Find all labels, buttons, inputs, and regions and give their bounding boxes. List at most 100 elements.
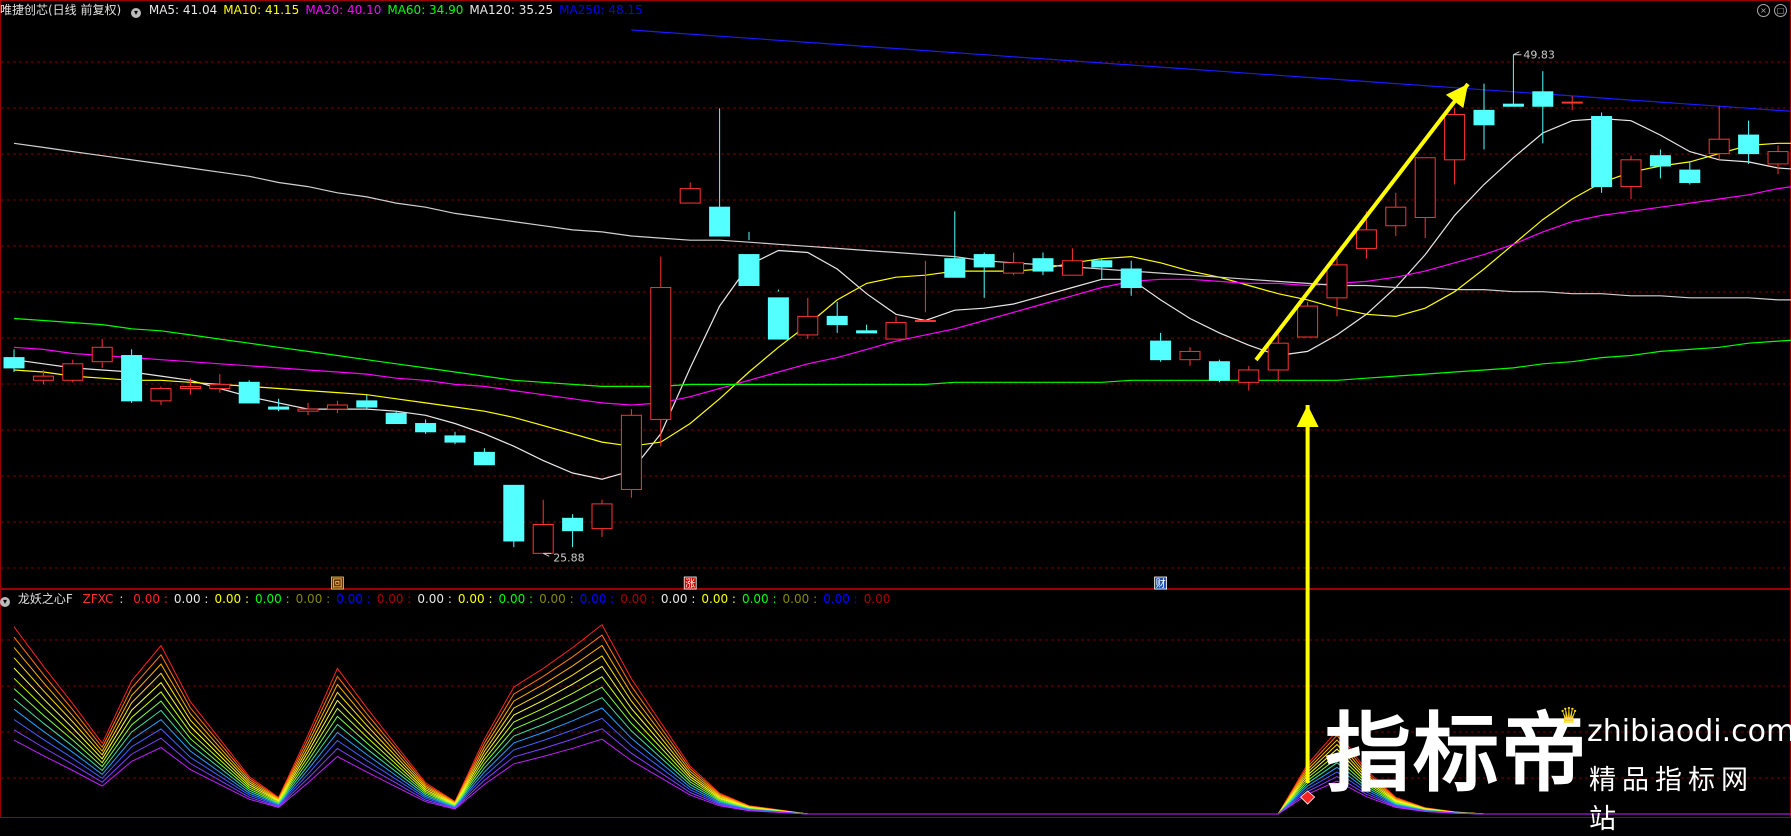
candle [562,514,584,548]
candle [1473,83,1495,150]
candle-body [973,254,995,268]
candle [944,211,966,278]
event-icon-label: 财 [1156,577,1166,590]
ma-indicator-ma60[interactable]: MA60: 34.90 [387,3,463,17]
crown-icon: ♛ [1559,704,1579,729]
candle [973,252,995,298]
candle-body [944,258,966,278]
candle-body [209,383,231,390]
candle-body [1767,151,1789,165]
ma-indicator-ma250[interactable]: MA250: 48.15 [559,3,643,17]
candle-body [91,346,113,363]
candle [1150,332,1172,362]
candle [885,316,907,340]
sub-value-3: 0.00 : [255,592,290,606]
sub-collapse-toggle-icon[interactable]: ▾ [0,597,10,607]
candle-body [1649,155,1671,167]
candle [767,289,789,340]
sub-value-1: 0.00 : [173,592,209,606]
candle-body [415,423,437,433]
candle [1238,365,1260,391]
candle-body [885,322,907,340]
candle [473,448,495,466]
candle-body [1120,268,1142,289]
candle [1620,155,1642,199]
candle-body [1061,260,1083,276]
low-marker-icon [542,552,552,557]
candle-body [709,206,731,237]
candle [650,256,672,447]
candle [532,499,554,554]
annotations: 49.8325.88回涨财 [330,49,1555,805]
sub-chart-header: ▾ 龙妖之心F ZFXC: 0.00 :0.00 :0.00 :0.00 :0.… [0,589,902,609]
candle [62,359,84,383]
candle-body [1502,103,1524,107]
main-chart-header: 唯捷创芯(日线 前复权) ▾ MA5: 41.04 MA10: 41.15 MA20… [0,0,655,20]
candle [1061,248,1083,276]
low-price-label: 25.88 [553,551,585,564]
candle-body [1414,157,1436,218]
sub-value-8: 0.00 : [457,592,493,606]
ma-indicator-ma120[interactable]: MA120: 35.25 [469,3,553,17]
candle-body [1708,138,1730,155]
candle-body [1473,109,1495,126]
candle [150,386,172,405]
stock-chart-canvas: 49.8325.88回涨财 [0,0,1791,818]
ma250-line [631,29,1791,112]
candle-body [121,355,143,402]
candle-body [62,363,84,381]
candle [503,484,525,548]
candle [738,231,760,286]
candle-body [1267,342,1289,371]
candle-body [32,375,54,381]
window-restore-icon[interactable]: □ [1774,4,1787,17]
sub-value-6: 0.00 : [376,592,412,606]
candle [1767,145,1789,175]
sub-value-5: 0.00 : [336,592,371,606]
candle-body [3,357,25,369]
candle-body [1679,169,1701,183]
candle [385,411,407,425]
candle-body [591,503,613,530]
candle-body [1208,361,1230,381]
main-panel-frame [0,0,1791,589]
buy-signal-arrow [1296,405,1319,783]
candle-body [738,254,760,286]
collapse-toggle-icon[interactable]: ▾ [131,8,142,18]
candle [826,301,848,333]
candle [444,431,466,445]
candle [1208,359,1230,383]
candle-body [1179,350,1201,361]
candle-body [620,414,642,490]
candle [1120,260,1142,296]
candle [297,402,319,416]
candle [1532,71,1554,144]
window-close-icon[interactable]: × [1757,4,1770,17]
candle [679,182,701,204]
sub-value-11: 0.00 : [579,592,615,606]
event-icon-2: 财 [1154,576,1167,590]
ma10-line [13,142,1791,447]
sub-value-7: 0.00 : [417,592,452,606]
candle-body [1003,262,1025,274]
sub-chart-title[interactable]: 龙妖之心F [18,592,73,606]
sub-value-18: 0.00 [863,592,891,606]
candle-body [826,315,848,326]
stock-title[interactable]: 唯捷创芯(日线 前复权) [0,3,121,17]
ma-indicator-ma10[interactable]: MA10: 41.15 [223,3,299,17]
candle-body [1297,305,1319,338]
ma-indicator-ma20[interactable]: MA20: 40.10 [305,3,381,17]
candle-body [1032,258,1054,272]
high-marker-icon [1513,51,1522,56]
buy-signal-arrow-head [1296,405,1319,427]
candle-body [1591,116,1613,188]
candle-body [1561,101,1583,104]
candle-body [473,451,495,466]
candle-body [238,381,260,404]
trend-up-arrow-shaft [1254,82,1470,362]
ma-indicator-ma5[interactable]: MA5: 41.04 [149,3,217,17]
trend-up-arrow [1254,82,1470,362]
candle [1032,252,1054,276]
candle [238,380,260,404]
candle [709,108,731,237]
